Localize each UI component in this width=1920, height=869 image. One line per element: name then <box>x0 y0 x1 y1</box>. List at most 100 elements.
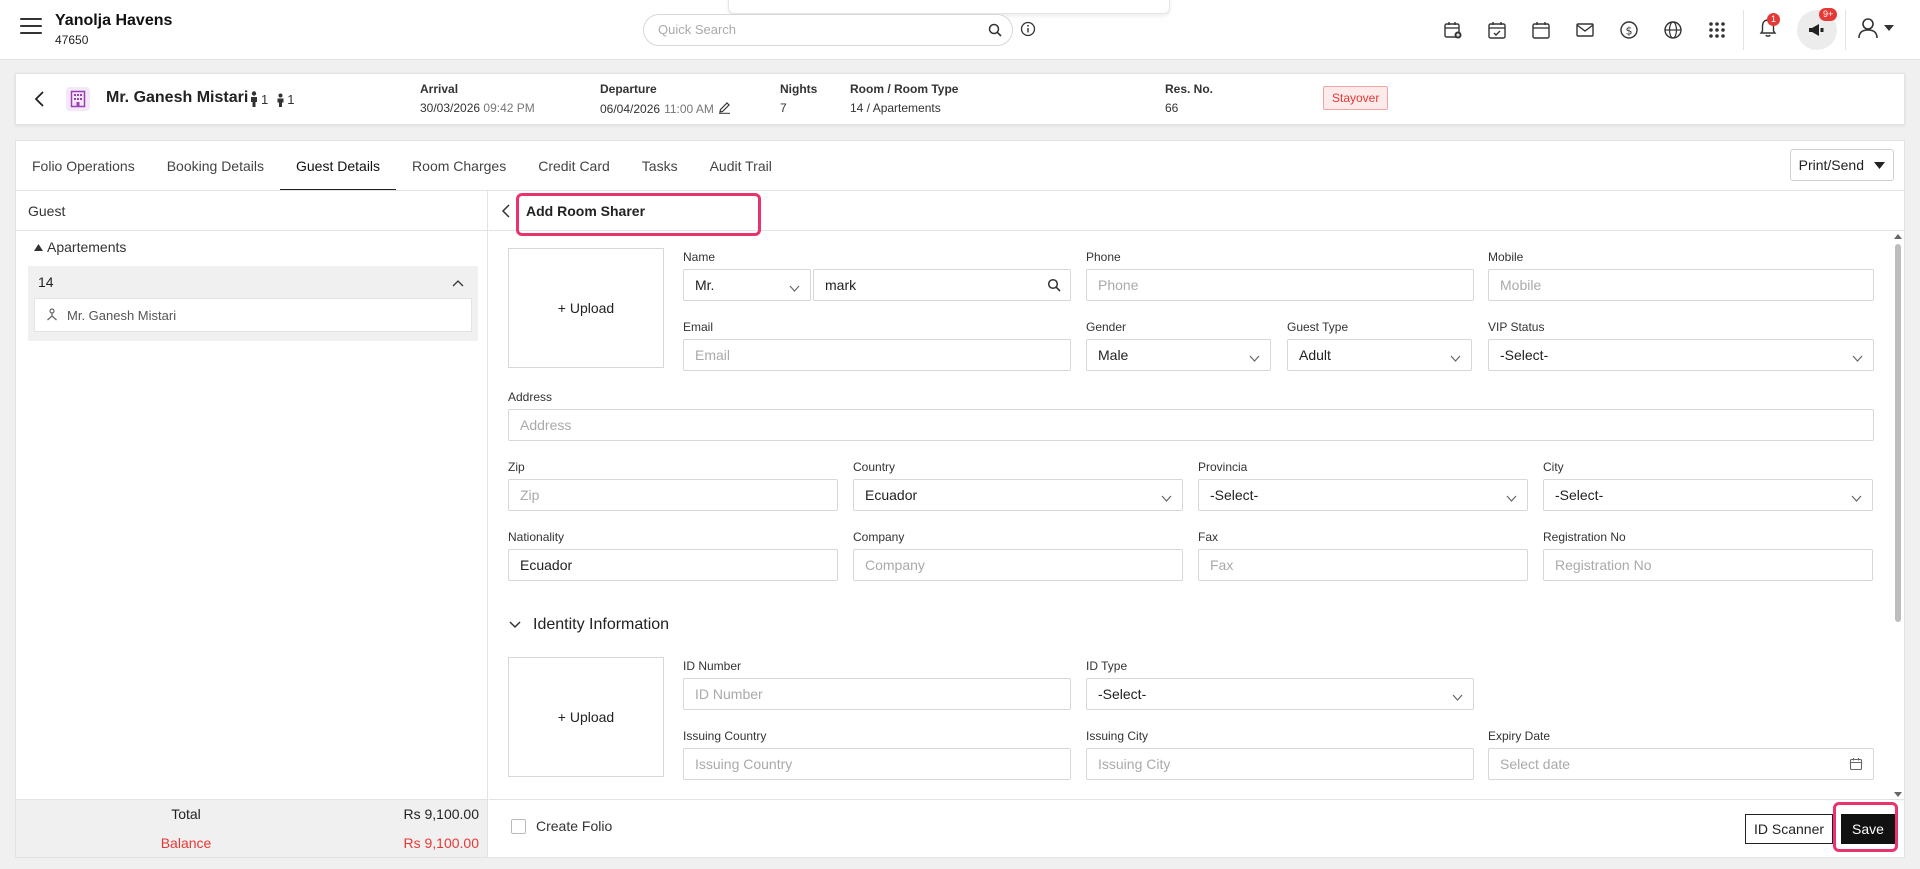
issuing-city-input[interactable]: Issuing City <box>1086 748 1474 780</box>
search-icon <box>1047 278 1061 295</box>
tab-tasks[interactable]: Tasks <box>626 141 694 191</box>
quick-search-box[interactable] <box>643 14 1013 46</box>
balance-row: Balance Rs 9,100.00 <box>160 835 479 851</box>
tab-folio-operations[interactable]: Folio Operations <box>16 141 151 191</box>
print-send-button[interactable]: Print/Send <box>1789 149 1894 181</box>
gender-select[interactable]: Male <box>1086 339 1271 371</box>
room-type-group[interactable]: Apartements <box>16 231 487 255</box>
issuing-country-field: Issuing Country Issuing Country <box>683 729 1071 780</box>
quick-search-input[interactable] <box>658 22 958 37</box>
user-icon <box>1858 18 1878 39</box>
edit-pencil-icon[interactable] <box>718 101 731 117</box>
room-field: Room / Room Type 14 / Apartements <box>850 82 959 115</box>
guest-list-panel: Guest Apartements 14 Mr. Ganesh Mistari <box>16 191 488 799</box>
calendar-check-icon[interactable] <box>1484 17 1510 43</box>
scroll-up-arrow <box>1894 234 1902 239</box>
chevron-down-icon <box>1851 489 1862 505</box>
guest-type-field: Guest Type Adult <box>1287 320 1472 371</box>
tab-guest-details[interactable]: Guest Details <box>280 141 397 191</box>
chevron-down-icon <box>509 621 521 629</box>
chevron-up-icon[interactable] <box>452 266 464 298</box>
name-field: Name Mr. mark <box>683 250 1071 301</box>
fax-input[interactable]: Fax <box>1198 549 1528 581</box>
guest-panel-header: Guest <box>16 191 487 231</box>
reservation-header: Mr. Ganesh Mistari 1 1 Arrival 30/03/202… <box>15 73 1905 125</box>
tab-audit-trail[interactable]: Audit Trail <box>694 141 788 191</box>
info-icon[interactable] <box>1020 21 1036 40</box>
nationality-field: Nationality Ecuador <box>508 530 838 581</box>
nationality-input[interactable]: Ecuador <box>508 549 838 581</box>
id-number-input[interactable]: ID Number <box>683 678 1071 710</box>
checkbox[interactable] <box>511 818 526 834</box>
scroll-thumb <box>1895 244 1901 622</box>
mobile-input[interactable]: Mobile <box>1488 269 1874 301</box>
calendar-icon <box>1849 757 1863 774</box>
vip-status-select[interactable]: -Select- <box>1488 339 1874 371</box>
nights-field: Nights 7 <box>780 82 818 115</box>
issuing-country-input[interactable]: Issuing Country <box>683 748 1071 780</box>
salutation-select[interactable]: Mr. <box>683 269 811 301</box>
caret-up-icon <box>34 243 43 251</box>
scroll-down-arrow <box>1894 792 1902 797</box>
address-input[interactable]: Address <box>508 409 1874 441</box>
registration-no-input[interactable]: Registration No <box>1543 549 1873 581</box>
calendar-icon[interactable] <box>1528 17 1554 43</box>
departure-field: Departure 06/04/2026 11:00 AM <box>600 82 731 117</box>
highlight-box <box>516 193 761 236</box>
zip-field: Zip Zip <box>508 460 838 511</box>
identity-section-toggle[interactable]: Identity Information <box>509 616 669 634</box>
search-icon[interactable] <box>988 23 1002 40</box>
mail-icon[interactable] <box>1572 17 1598 43</box>
main-panel: Folio Operations Booking Details Guest D… <box>15 140 1905 858</box>
back-chevron-icon[interactable] <box>501 204 511 221</box>
vip-status-field: VIP Status -Select- <box>1488 320 1874 371</box>
country-select[interactable]: Ecuador <box>853 479 1183 511</box>
divider <box>1845 10 1846 50</box>
id-type-select[interactable]: -Select- <box>1086 678 1474 710</box>
name-input[interactable]: mark <box>813 269 1071 301</box>
guest-type-select[interactable]: Adult <box>1287 339 1472 371</box>
status-badge: Stayover <box>1323 86 1389 110</box>
sharer-tree-icon <box>47 308 57 321</box>
id-upload-button[interactable]: + Upload <box>508 657 664 777</box>
form-scrollbar[interactable] <box>1894 234 1902 797</box>
notifications-bell-icon[interactable]: 1 <box>1758 13 1781 42</box>
room-row[interactable]: 14 <box>28 266 478 298</box>
chevron-down-icon <box>1161 489 1172 505</box>
provincia-select[interactable]: -Select- <box>1198 479 1528 511</box>
res-no-field: Res. No. 66 <box>1165 82 1214 115</box>
back-arrow-icon[interactable] <box>32 90 46 111</box>
expiry-date-input[interactable]: Select date <box>1488 748 1874 780</box>
arrival-field: Arrival 30/03/2026 09:42 PM <box>420 82 535 115</box>
hamburger-menu-icon[interactable] <box>20 18 42 36</box>
chevron-down-icon <box>1450 349 1461 365</box>
email-input[interactable]: Email <box>683 339 1071 371</box>
email-field: Email Email <box>683 320 1071 371</box>
apps-grid-icon[interactable] <box>1704 17 1730 43</box>
chevron-down-icon <box>1452 688 1463 704</box>
tab-room-charges[interactable]: Room Charges <box>396 141 522 191</box>
tab-booking-details[interactable]: Booking Details <box>151 141 280 191</box>
city-select[interactable]: -Select- <box>1543 479 1873 511</box>
pax-counts: 1 1 <box>249 91 294 107</box>
guest-list-item[interactable]: Mr. Ganesh Mistari <box>34 298 472 332</box>
calendar-add-icon[interactable] <box>1440 17 1466 43</box>
building-icon <box>66 87 90 111</box>
divider <box>1743 10 1744 50</box>
id-scanner-button[interactable]: ID Scanner <box>1745 814 1834 844</box>
tab-credit-card[interactable]: Credit Card <box>522 141 626 191</box>
id-number-field: ID Number ID Number <box>683 659 1071 710</box>
globe-icon[interactable] <box>1660 17 1686 43</box>
create-folio-checkbox[interactable]: Create Folio <box>511 818 612 834</box>
zip-input[interactable]: Zip <box>508 479 838 511</box>
chevron-down-icon <box>1852 349 1863 365</box>
user-menu[interactable] <box>1856 16 1894 40</box>
photo-upload-button[interactable]: + Upload <box>508 248 664 368</box>
currency-icon[interactable]: $ <box>1616 17 1642 43</box>
phone-input[interactable]: Phone <box>1086 269 1474 301</box>
announcements-icon[interactable]: 9+ <box>1797 8 1838 50</box>
create-folio-label: Create Folio <box>536 818 613 834</box>
company-input[interactable]: Company <box>853 549 1183 581</box>
tab-bar: Folio Operations Booking Details Guest D… <box>16 141 788 191</box>
city-field: City -Select- <box>1543 460 1873 511</box>
